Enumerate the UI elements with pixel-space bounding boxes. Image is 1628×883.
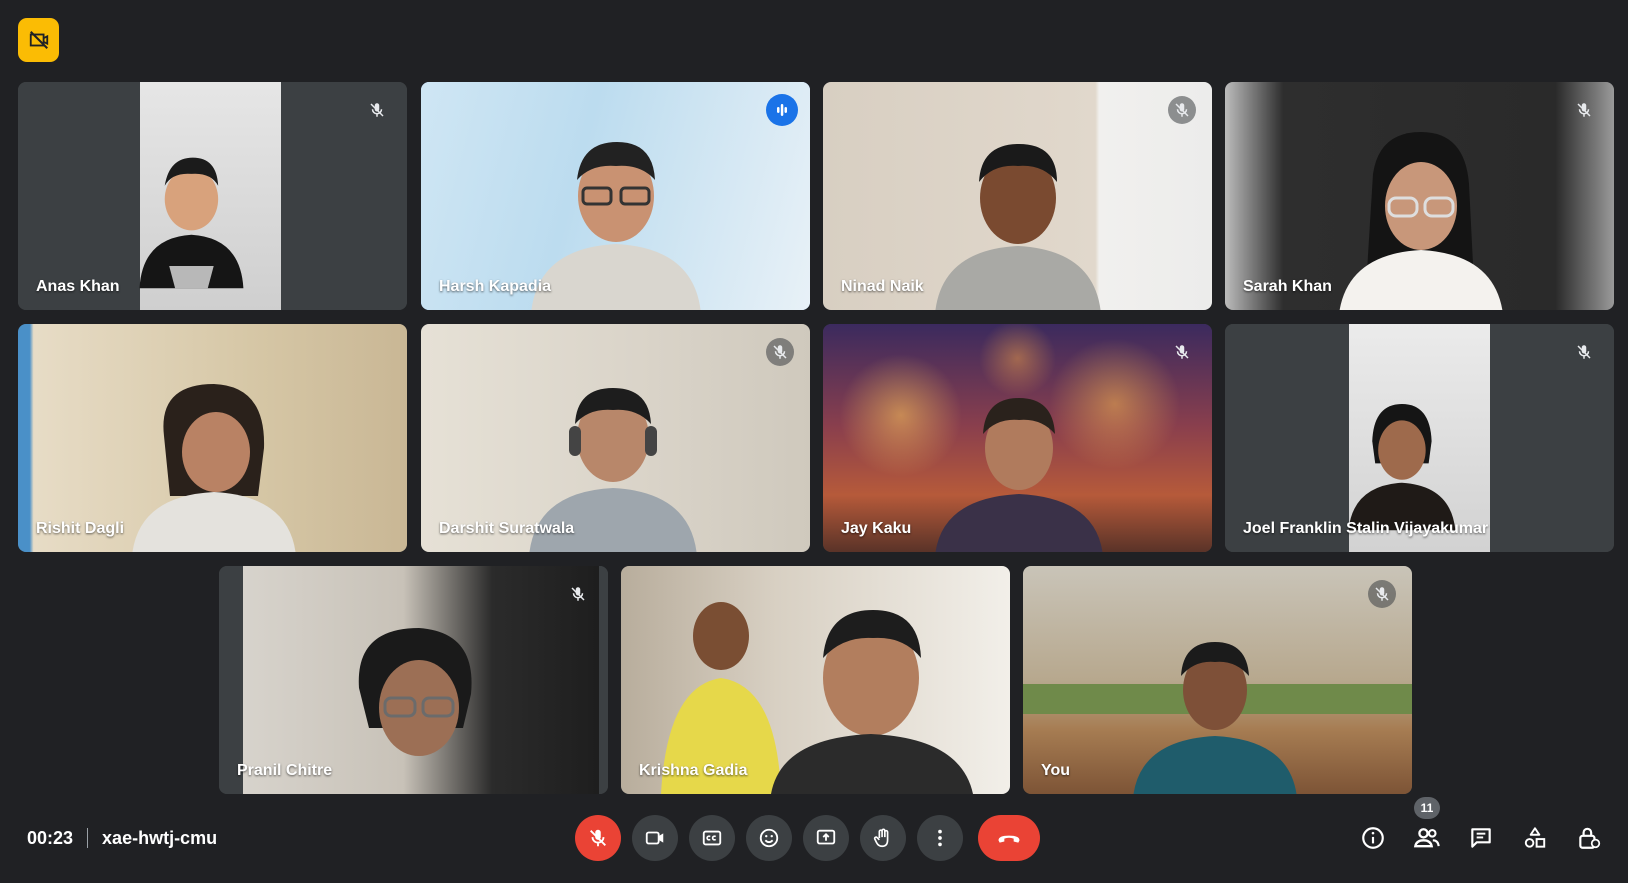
participant-video (661, 602, 973, 794)
mic-off-icon (1577, 345, 1591, 359)
chat-icon (1471, 828, 1491, 848)
microphone-toggle-button[interactable] (575, 815, 621, 861)
participant-tile[interactable]: Joel Franklin Stalin Vijayakumar (1225, 324, 1614, 552)
hang-up-icon (998, 835, 1020, 843)
people-button[interactable]: 11 (1408, 797, 1446, 857)
activities-icon (1524, 827, 1546, 848)
people-icon (1413, 828, 1440, 848)
meeting-details: 00:23 xae-hwtj-cmu (27, 824, 217, 852)
mic-off-icon (370, 103, 384, 117)
mic-off-icon (1375, 587, 1389, 601)
meeting-code: xae-hwtj-cmu (102, 827, 218, 848)
participant-video (139, 157, 244, 289)
participant-name: Pranil Chitre (237, 762, 333, 779)
recording-badge[interactable] (18, 18, 59, 62)
mic-off-icon (1175, 103, 1189, 117)
captions-icon (702, 830, 722, 846)
participant-tile[interactable]: Rishit Dagli (18, 324, 407, 552)
participant-tile-active-speaker[interactable]: Harsh Kapadia (421, 82, 810, 310)
reactions-button[interactable] (746, 815, 792, 861)
participant-count-badge: 11 (1414, 797, 1440, 819)
mic-off-icon (1175, 345, 1189, 359)
participant-name: You (1041, 762, 1071, 779)
mic-off-icon (1577, 103, 1591, 117)
participant-tile[interactable]: Anas Khan (18, 82, 407, 310)
participant-tile[interactable]: Krishna Gadia (621, 566, 1010, 794)
elapsed-time: 00:23 (27, 827, 74, 848)
camera-icon (645, 831, 664, 845)
raise-hand-icon (873, 828, 889, 848)
host-controls-icon (1579, 827, 1601, 849)
participant-name: Harsh Kapadia (439, 278, 552, 295)
muted-indicator (1168, 96, 1196, 124)
participant-name: Anas Khan (36, 278, 120, 295)
mic-off-icon (590, 829, 606, 847)
participant-video (935, 144, 1100, 310)
participant-video (132, 384, 295, 552)
participant-tile[interactable]: Darshit Suratwala (421, 324, 810, 552)
participant-video (1133, 642, 1296, 794)
present-screen-button[interactable] (803, 815, 849, 861)
participant-name: Sarah Khan (1243, 278, 1332, 295)
participant-tile[interactable]: Jay Kaku (823, 324, 1212, 552)
muted-indicator (1168, 338, 1196, 366)
host-controls-button[interactable] (1570, 819, 1608, 857)
call-controls (575, 814, 1040, 862)
participant-name: Ninad Naik (841, 278, 924, 295)
participant-tile[interactable]: Pranil Chitre (219, 566, 608, 794)
participant-tile[interactable]: Ninad Naik (823, 82, 1212, 310)
camera-toggle-button[interactable] (632, 815, 678, 861)
participant-name: Darshit Suratwala (439, 520, 575, 537)
meeting-tools: 11 (1354, 797, 1608, 860)
present-screen-icon (816, 829, 836, 845)
muted-indicator (564, 580, 592, 608)
participant-tile[interactable]: You (1023, 566, 1412, 794)
emoji-icon (759, 828, 779, 848)
participant-video (358, 628, 472, 756)
activities-button[interactable] (1516, 819, 1554, 857)
chat-button[interactable] (1462, 819, 1500, 857)
muted-indicator (363, 96, 391, 124)
mic-off-icon (773, 345, 787, 359)
leave-call-button[interactable] (978, 815, 1040, 861)
muted-indicator (1570, 96, 1598, 124)
participant-tile[interactable]: Sarah Khan (1225, 82, 1614, 310)
audio-level-icon (777, 104, 787, 116)
info-icon (1362, 827, 1384, 849)
participant-video (935, 398, 1102, 552)
muted-indicator (766, 338, 794, 366)
muted-indicator (1570, 338, 1598, 366)
participant-name: Joel Franklin Stalin Vijayakumar (1243, 520, 1489, 537)
participant-name: Jay Kaku (841, 520, 912, 537)
more-options-icon (938, 829, 942, 847)
participant-name: Krishna Gadia (639, 762, 748, 779)
more-options-button[interactable] (917, 815, 963, 861)
participant-name: Rishit Dagli (36, 520, 125, 537)
participant-video (1339, 132, 1502, 310)
raise-hand-button[interactable] (860, 815, 906, 861)
divider (87, 828, 89, 848)
muted-indicator (1368, 580, 1396, 608)
no-recording-icon (29, 31, 48, 49)
captions-button[interactable] (689, 815, 735, 861)
speaking-indicator (766, 94, 798, 126)
meeting-details-button[interactable] (1354, 819, 1392, 857)
mic-off-icon (571, 587, 585, 601)
